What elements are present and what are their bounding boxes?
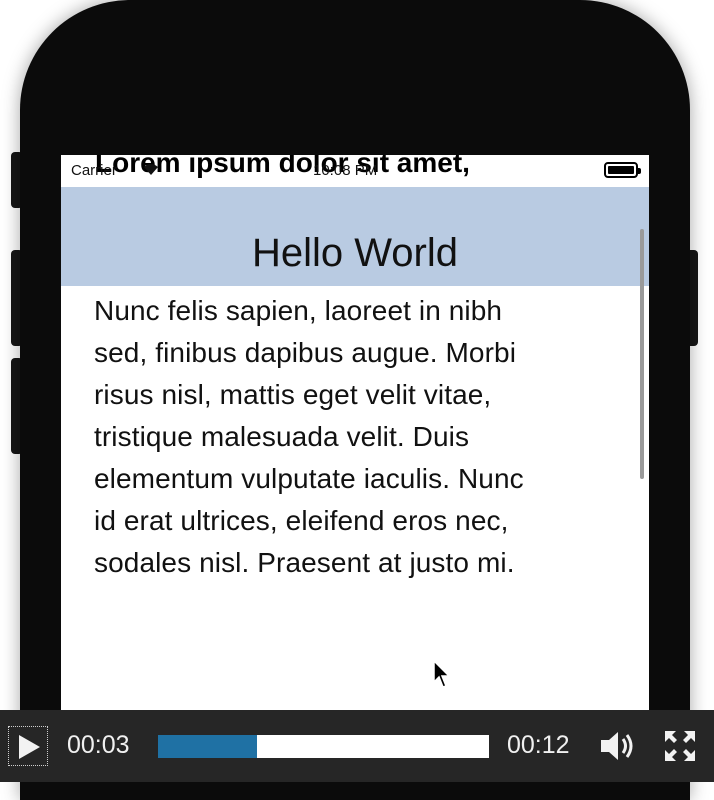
play-icon [19, 735, 40, 759]
total-time: 00:12 [507, 731, 570, 759]
status-bar: Carrier 10:08 PM [61, 155, 649, 187]
scroll-indicator[interactable] [640, 229, 644, 479]
play-button[interactable] [8, 726, 48, 766]
carrier-label: Carrier [71, 162, 117, 179]
current-time: 00:03 [67, 731, 130, 759]
speaker-icon[interactable] [598, 728, 638, 764]
navbar-title: Hello World [252, 231, 458, 275]
article-line: tristique malesuada velit. Duis [94, 421, 470, 452]
status-time: 10:08 PM [313, 162, 378, 179]
progress-fill [158, 735, 258, 758]
wifi-icon [144, 164, 158, 175]
article-line: sodales nisl. Praesent at justo mi. [94, 547, 515, 578]
article-line: sed, finibus dapibus augue. Morbi [94, 337, 517, 368]
video-controls: 00:03 00:12 [0, 710, 714, 782]
article-line: Nunc felis sapien, laoreet in nibh [94, 295, 503, 326]
battery-icon [604, 162, 641, 178]
article-line: elementum vulputate iaculis. Nunc [94, 463, 524, 494]
navigation-bar: Hello World [61, 187, 649, 286]
article-line: risus nisl, mattis eget velit vitae, [94, 379, 492, 410]
fullscreen-icon[interactable] [663, 729, 697, 763]
phone-screen: Nunc felis sapien, laoreet in nibh sed, … [61, 155, 649, 715]
mouse-cursor-icon [433, 660, 451, 688]
progress-bar[interactable] [158, 735, 489, 758]
article-line: id erat ultrices, eleifend eros nec, [94, 505, 509, 536]
